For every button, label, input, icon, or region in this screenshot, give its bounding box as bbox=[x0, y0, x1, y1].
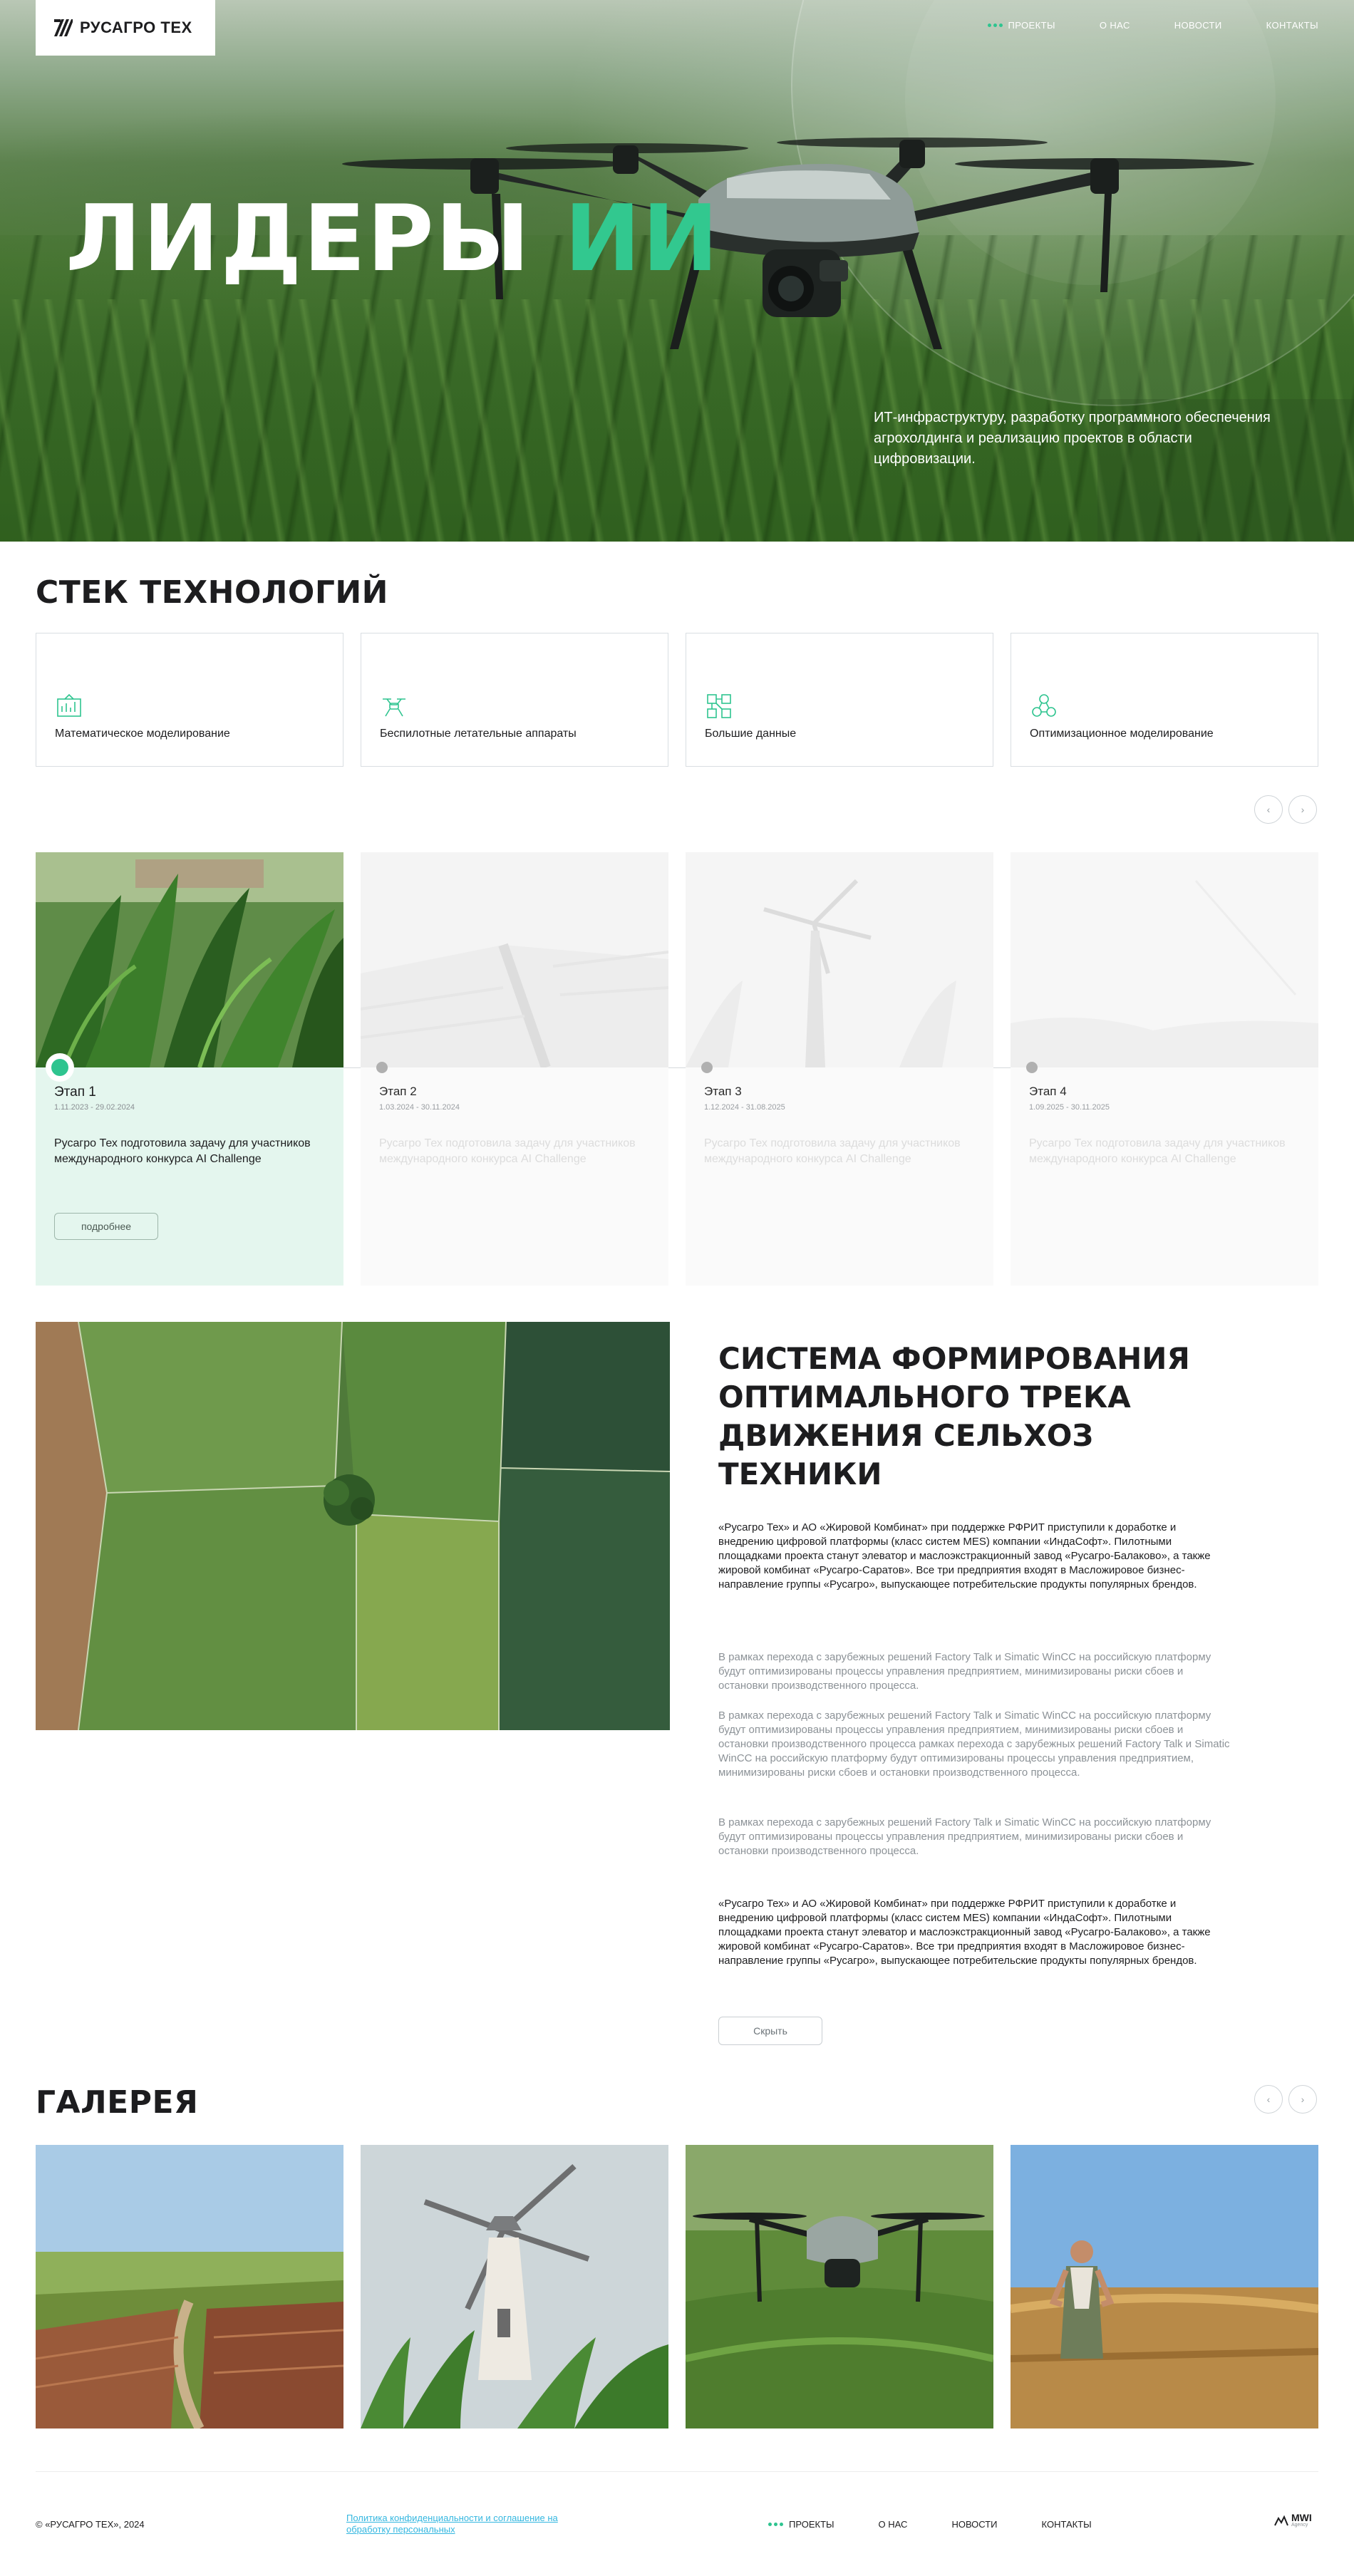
stage-marker-active bbox=[46, 1053, 74, 1082]
tech-card-label: Математическое моделирование bbox=[55, 728, 230, 740]
mwi-mark-icon bbox=[1274, 2515, 1288, 2525]
footer-privacy-link[interactable]: Политика конфиденциальности и соглашение… bbox=[346, 2513, 560, 2535]
footer-nav-news[interactable]: НОВОСТИ bbox=[951, 2519, 997, 2530]
stages-next-button[interactable]: › bbox=[1288, 795, 1317, 824]
tech-stack-title: СТЕК ТЕХНОЛОГИЙ bbox=[36, 574, 389, 611]
stage-card-2[interactable]: Этап 2 1.03.2024 - 30.11.2024 Русагро Те… bbox=[361, 852, 668, 1286]
stage-dates: 1.11.2023 - 29.02.2024 bbox=[54, 1103, 135, 1112]
logo-text: РУСАГРО ТЕХ bbox=[80, 19, 192, 36]
stage-text: Русагро Тех подготовила задачу для участ… bbox=[1029, 1137, 1286, 1165]
stage-dates: 1.12.2024 - 31.08.2025 bbox=[704, 1103, 785, 1112]
article-paragraph-4: В рамках перехода с зарубежных решений F… bbox=[718, 1816, 1211, 1857]
stage-name: Этап 2 bbox=[379, 1085, 417, 1098]
gallery-next-button[interactable]: › bbox=[1288, 2085, 1317, 2114]
stages-prev-button[interactable]: ‹ bbox=[1254, 795, 1283, 824]
tech-card-drones[interactable]: Беспилотные летательные аппараты bbox=[361, 633, 668, 767]
stage-text: Русагро Тех подготовила задачу для участ… bbox=[704, 1137, 961, 1165]
chevron-left-icon: ‹ bbox=[1266, 804, 1271, 815]
footer-nav-projects[interactable]: ПРОЕКТЫ bbox=[768, 2519, 834, 2530]
chevron-right-icon: › bbox=[1301, 2094, 1305, 2105]
stage-name: Этап 1 bbox=[54, 1085, 96, 1100]
stage-body bbox=[361, 1067, 668, 1286]
gallery-photo-farmer[interactable] bbox=[1011, 2145, 1318, 2428]
chevron-right-icon: › bbox=[1301, 804, 1305, 815]
hero-title-main: ЛИДЕРЫ bbox=[66, 186, 532, 292]
math-modeling-icon bbox=[57, 693, 81, 717]
developer-name: MWI bbox=[1291, 2512, 1312, 2523]
gallery-photo-drone[interactable] bbox=[686, 2145, 993, 2428]
tech-card-label: Оптимизационное моделирование bbox=[1030, 728, 1214, 740]
stage-text: Русагро Тех подготовила задачу для участ… bbox=[54, 1137, 311, 1165]
footer-copyright: © «РУСАГРО ТЕХ», 2024 bbox=[36, 2519, 145, 2530]
logo[interactable]: РУСАГРО ТЕХ bbox=[36, 0, 215, 56]
developer-logo[interactable]: MWI Agency bbox=[1274, 2513, 1312, 2528]
stage-marker bbox=[1026, 1062, 1038, 1073]
stage-card-4[interactable]: Этап 4 1.09.2025 - 30.11.2025 Русагро Те… bbox=[1011, 852, 1318, 1286]
footer-nav-about[interactable]: О НАС bbox=[879, 2519, 908, 2530]
drone-icon bbox=[383, 698, 405, 717]
stage-text: Русагро Тех подготовила задачу для участ… bbox=[379, 1137, 636, 1165]
hero-description: ИТ-инфраструктуру, разработку программно… bbox=[874, 410, 1271, 467]
article-paragraph-5: «Русагро Тех» и АО «Жировой Комбинат» пр… bbox=[718, 1898, 1211, 1967]
footer-divider bbox=[36, 2471, 1318, 2472]
developer-sub: Agency bbox=[1291, 2523, 1308, 2528]
active-dots-icon bbox=[987, 24, 1003, 27]
article-title: СИСТЕМА ФОРМИРОВАНИЯ ОПТИМАЛЬНОГО ТРЕКА … bbox=[718, 1341, 1190, 1491]
nav-item-projects[interactable]: ПРОЕКТЫ bbox=[987, 20, 1055, 31]
footer-nav-label: ПРОЕКТЫ bbox=[789, 2519, 834, 2530]
gallery-prev-button[interactable]: ‹ bbox=[1254, 2085, 1283, 2114]
gallery-photo-field-road[interactable] bbox=[36, 2145, 343, 2428]
active-dots-icon bbox=[768, 2523, 783, 2526]
stage-more-button[interactable]: подробнее bbox=[54, 1213, 158, 1240]
article-aerial-photo bbox=[36, 1322, 670, 1730]
stage-card-3[interactable]: Этап 3 1.12.2024 - 31.08.2025 Русагро Те… bbox=[686, 852, 993, 1286]
big-data-icon bbox=[707, 694, 731, 718]
tech-card-big-data[interactable]: Большие данные bbox=[686, 633, 993, 767]
stage-body bbox=[1011, 1067, 1318, 1286]
tech-card-math-modeling[interactable]: Математическое моделирование bbox=[36, 633, 343, 767]
hero-title: ЛИДЕРЫ ИИ bbox=[66, 194, 720, 285]
article-hide-button[interactable]: Скрыть bbox=[718, 2017, 822, 2045]
tech-card-label: Беспилотные летательные аппараты bbox=[380, 728, 577, 740]
optimization-icon bbox=[1032, 694, 1056, 717]
gallery-photo-windmill[interactable] bbox=[361, 2145, 668, 2428]
stage-dates: 1.03.2024 - 30.11.2024 bbox=[379, 1103, 460, 1112]
tech-card-label: Большие данные bbox=[705, 728, 797, 740]
stage-marker bbox=[376, 1062, 388, 1073]
stage-body bbox=[686, 1067, 993, 1286]
stage-photo-corn bbox=[36, 852, 343, 1067]
stage-photo-wheat bbox=[1011, 852, 1318, 1067]
logo-mark-icon bbox=[54, 19, 73, 36]
stage-name: Этап 4 bbox=[1029, 1085, 1067, 1098]
chevron-left-icon: ‹ bbox=[1266, 2094, 1271, 2105]
top-navigation: ПРОЕКТЫ О НАС НОВОСТИ КОНТАКТЫ bbox=[987, 20, 1318, 31]
nav-item-about[interactable]: О НАС bbox=[1100, 20, 1130, 31]
stage-dates: 1.09.2025 - 30.11.2025 bbox=[1029, 1103, 1110, 1112]
footer-navigation: ПРОЕКТЫ О НАС НОВОСТИ КОНТАКТЫ bbox=[768, 2519, 1092, 2530]
tech-card-optimization[interactable]: Оптимизационное моделирование bbox=[1011, 633, 1318, 767]
footer-nav-contacts[interactable]: КОНТАКТЫ bbox=[1042, 2519, 1092, 2530]
article-paragraph-2: В рамках перехода с зарубежных решений F… bbox=[718, 1651, 1211, 1692]
stage-card-1[interactable]: Этап 1 1.11.2023 - 29.02.2024 Русагро Те… bbox=[36, 852, 343, 1286]
article-paragraph-1: «Русагро Тех» и АО «Жировой Комбинат» пр… bbox=[718, 1521, 1211, 1590]
nav-item-label: ПРОЕКТЫ bbox=[1008, 20, 1055, 31]
hero-title-accent: ИИ bbox=[564, 186, 720, 292]
stage-marker bbox=[701, 1062, 713, 1073]
article-paragraph-3: В рамках перехода с зарубежных решений F… bbox=[718, 1709, 1230, 1779]
stage-name: Этап 3 bbox=[704, 1085, 742, 1098]
stage-photo-windmill bbox=[686, 852, 993, 1067]
nav-item-news[interactable]: НОВОСТИ bbox=[1174, 20, 1222, 31]
gallery-title: ГАЛЕРЕЯ bbox=[36, 2084, 199, 2121]
stage-photo-fields bbox=[361, 852, 668, 1067]
hero-section: РУСАГРО ТЕХ ПРОЕКТЫ О НАС НОВОСТИ КОНТАК… bbox=[0, 0, 1354, 542]
nav-item-contacts[interactable]: КОНТАКТЫ bbox=[1266, 20, 1318, 31]
